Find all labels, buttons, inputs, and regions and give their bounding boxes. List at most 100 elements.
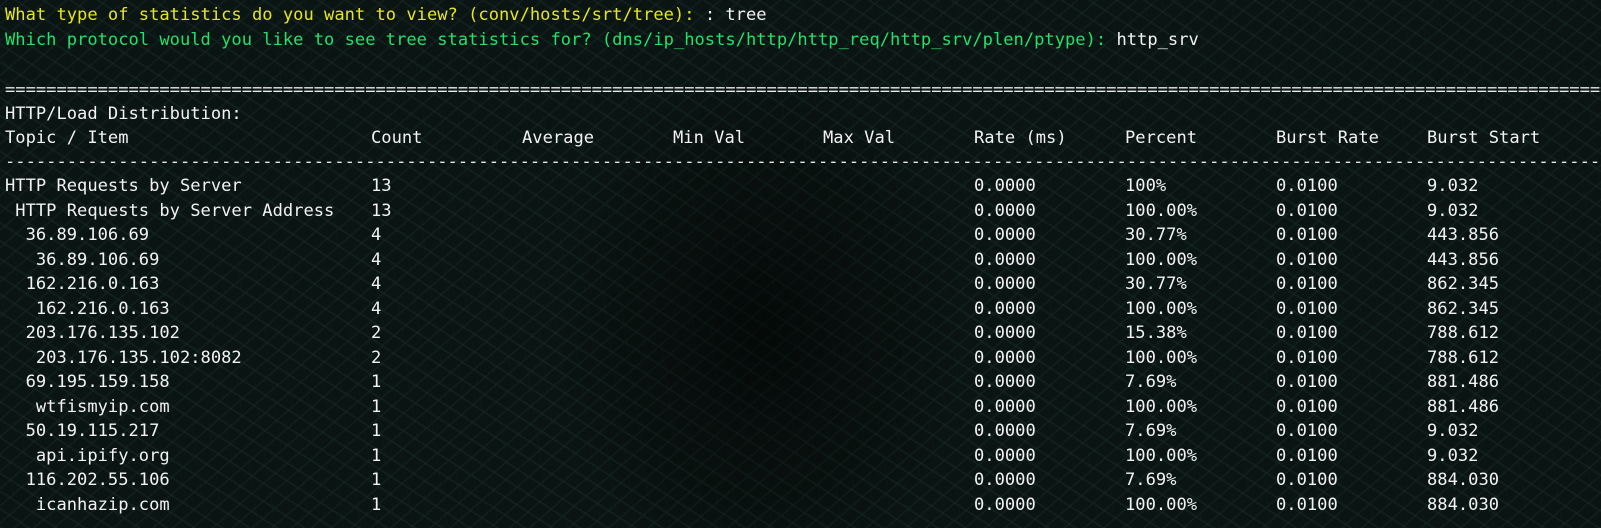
prompt-answer-stat-type: : tree (704, 5, 767, 25)
cell-rate: 0.0000 (974, 372, 1036, 392)
table-row: 36.89.106.69 4 0.0000 100.00% 0.0100 443.856 (0, 248, 1601, 273)
cell-burst-start: 9.032 (1427, 421, 1479, 441)
cell-topic: 203.176.135.102 (5, 323, 180, 343)
cell-burst-start: 9.032 (1427, 200, 1479, 221)
cell-topic: 203.176.135.102:8082 (5, 347, 242, 368)
cell-count: 1 (371, 372, 382, 392)
cell-burst-rate: 0.0100 (1276, 176, 1338, 196)
cell-burst-start: 862.345 (1427, 274, 1500, 294)
cell-rate: 0.0000 (974, 225, 1036, 245)
cell-count: 1 (371, 470, 382, 490)
cell-percent: 100.00% (1125, 298, 1198, 319)
cell-percent: 100% (1125, 176, 1167, 196)
table-row: 50.19.115.217 1 0.0000 7.69% 0.0100 9.032 (0, 419, 1601, 444)
prompt-line-protocol: Which protocol would you like to see tre… (5, 28, 1199, 52)
table-row: HTTP Requests by Server Address 13 0.0000 1… (0, 199, 1601, 224)
table-row: 203.176.135.102:8082 2 0.0000 100.00% 0.0100… (0, 346, 1601, 371)
cell-percent: 100.00% (1125, 249, 1198, 270)
cell-topic: HTTP Requests by Server (5, 176, 242, 196)
table-row: 69.195.159.158 1 0.0000 7.69% 0.0100 881.486 (0, 370, 1601, 395)
cell-burst-rate: 0.0100 (1276, 323, 1338, 343)
cell-percent: 30.77% (1125, 225, 1187, 245)
cell-percent: 7.69% (1125, 470, 1177, 490)
prompt-question-stat-type: What type of statistics do you want to v… (5, 5, 705, 25)
cell-burst-start: 443.856 (1427, 249, 1500, 270)
column-header-max-val: Max Val (823, 128, 896, 148)
cell-percent: 100.00% (1125, 445, 1198, 466)
cell-rate: 0.0000 (974, 421, 1036, 441)
cell-percent: 30.77% (1125, 274, 1187, 294)
cell-percent: 100.00% (1125, 396, 1198, 417)
cell-rate: 0.0000 (974, 176, 1036, 196)
separator-dashed-line: ----------------------------------------… (5, 152, 1601, 172)
prompt-question-protocol: Which protocol would you like to see tre… (5, 30, 1117, 50)
cell-count: 13 (371, 176, 392, 196)
cell-burst-rate: 0.0100 (1276, 298, 1338, 319)
cell-percent: 100.00% (1125, 494, 1198, 515)
cell-burst-rate: 0.0100 (1276, 249, 1338, 270)
cell-count: 4 (371, 298, 382, 319)
cell-count: 2 (371, 347, 382, 368)
cell-rate: 0.0000 (974, 298, 1036, 319)
cell-topic: HTTP Requests by Server Address (5, 200, 335, 221)
cell-burst-start: 443.856 (1427, 225, 1500, 245)
table-row: wtfismyip.com 1 0.0000 100.00% 0.0100 881.486 (0, 395, 1601, 420)
cell-burst-rate: 0.0100 (1276, 445, 1338, 466)
cell-count: 1 (371, 494, 382, 515)
cell-topic: wtfismyip.com (5, 396, 170, 417)
separator-double-line: ========================================… (5, 80, 1601, 100)
cell-burst-rate: 0.0100 (1276, 372, 1338, 392)
table-row: 203.176.135.102 2 0.0000 15.38% 0.0100 788.61… (0, 321, 1601, 346)
table-row: 162.216.0.163 4 0.0000 100.00% 0.0100 862.345 (0, 297, 1601, 322)
cell-count: 1 (371, 421, 382, 441)
table-row: 116.202.55.106 1 0.0000 7.69% 0.0100 884.030 (0, 468, 1601, 493)
cell-count: 2 (371, 323, 382, 343)
column-header-burst-rate: Burst Rate (1276, 128, 1379, 148)
column-header-topic: Topic / Item (5, 128, 129, 148)
cell-burst-start: 9.032 (1427, 445, 1479, 466)
cell-burst-rate: 0.0100 (1276, 421, 1338, 441)
table-row: icanhazip.com 1 0.0000 100.00% 0.0100 884.030 (0, 493, 1601, 518)
cell-rate: 0.0000 (974, 323, 1036, 343)
prompt-answer-protocol: http_srv (1116, 30, 1199, 50)
cell-percent: 15.38% (1125, 323, 1187, 343)
cell-topic: 116.202.55.106 (5, 470, 170, 490)
cell-count: 13 (371, 200, 392, 221)
cell-topic: icanhazip.com (5, 494, 170, 515)
cell-burst-start: 9.032 (1427, 176, 1479, 196)
column-header-min-val: Min Val (673, 128, 746, 148)
cell-burst-rate: 0.0100 (1276, 347, 1338, 368)
column-header-burst-start: Burst Start (1427, 128, 1541, 148)
cell-percent: 100.00% (1125, 200, 1198, 221)
table-row: 36.89.106.69 4 0.0000 30.77% 0.0100 443.856 (0, 223, 1601, 248)
cell-rate: 0.0000 (974, 249, 1036, 270)
cell-burst-rate: 0.0100 (1276, 200, 1338, 221)
cell-rate: 0.0000 (974, 396, 1036, 417)
table-header: Topic / Item Count Average Min Val Max Val Ra… (0, 126, 1601, 151)
cell-burst-rate: 0.0100 (1276, 470, 1338, 490)
cell-burst-start: 881.486 (1427, 372, 1500, 392)
report-title: HTTP/Load Distribution: (5, 104, 242, 124)
column-header-rate: Rate (ms) (974, 128, 1067, 148)
cell-burst-rate: 0.0100 (1276, 494, 1338, 515)
table-row: HTTP Requests by Server 13 0.0000 100% 0.010… (0, 174, 1601, 199)
cell-percent: 7.69% (1125, 421, 1177, 441)
cell-burst-rate: 0.0100 (1276, 396, 1338, 417)
prompt-line-stat-type: What type of statistics do you want to v… (5, 3, 767, 27)
cell-count: 1 (371, 396, 382, 417)
cell-rate: 0.0000 (974, 200, 1036, 221)
cell-count: 1 (371, 445, 382, 466)
column-header-count: Count (371, 128, 423, 148)
cell-topic: 50.19.115.217 (5, 421, 160, 441)
cell-count: 4 (371, 249, 382, 270)
terminal-window[interactable]: What type of statistics do you want to v… (0, 0, 1601, 528)
cell-topic: 36.89.106.69 (5, 249, 160, 270)
cell-count: 4 (371, 225, 382, 245)
cell-burst-start: 884.030 (1427, 494, 1500, 515)
cell-rate: 0.0000 (974, 494, 1036, 515)
column-header-percent: Percent (1125, 128, 1198, 148)
cell-rate: 0.0000 (974, 347, 1036, 368)
table-row: 162.216.0.163 4 0.0000 30.77% 0.0100 862.345 (0, 272, 1601, 297)
cell-burst-start: 884.030 (1427, 470, 1500, 490)
cell-burst-rate: 0.0100 (1276, 274, 1338, 294)
